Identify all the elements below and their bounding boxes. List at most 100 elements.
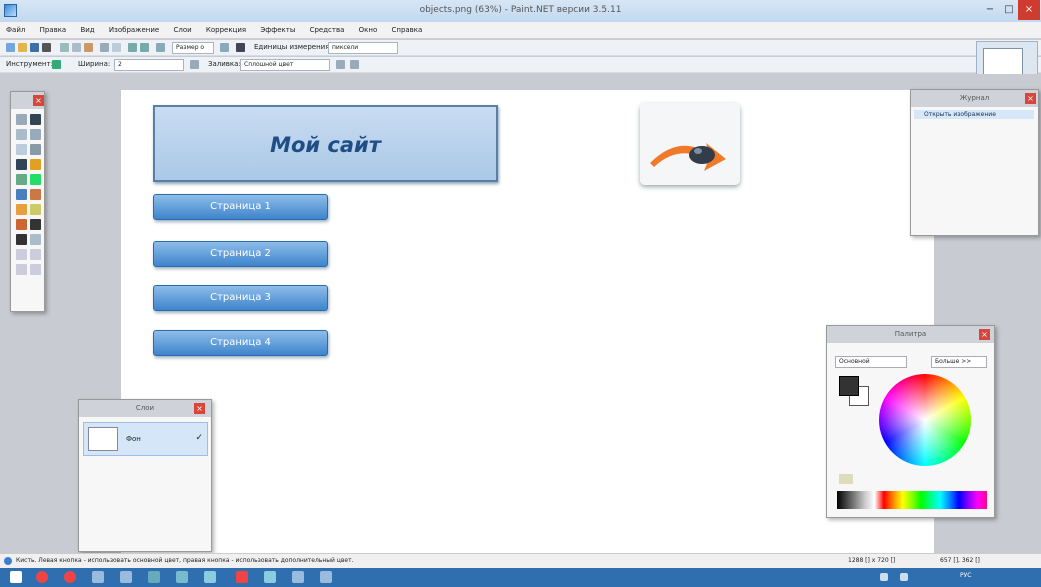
paintbrush-icon[interactable] [30, 174, 41, 185]
app6-icon[interactable] [264, 571, 276, 583]
app4-icon[interactable] [204, 571, 216, 583]
brush-tool-icon[interactable] [52, 60, 61, 69]
maximize-button[interactable]: □ [1000, 0, 1018, 20]
color-mode-icon[interactable] [839, 474, 853, 484]
menu-image[interactable]: Изображение [103, 22, 165, 39]
paste-icon[interactable] [84, 43, 93, 52]
primary-color-swatch[interactable] [839, 376, 859, 396]
menu-view[interactable]: Вид [74, 22, 100, 39]
browser-icon[interactable] [64, 571, 76, 583]
ellipse-tool-icon[interactable] [16, 264, 27, 275]
page-button-1: Страница 1 [153, 194, 328, 220]
app-icon[interactable] [120, 571, 132, 583]
info-icon [4, 557, 12, 565]
bucket-icon[interactable] [30, 159, 41, 170]
close-colors-icon[interactable]: × [979, 329, 990, 340]
window-title: objects.png (63%) - Paint.NET версии 3.5… [419, 5, 622, 15]
main-toolbar: Размер о Единицы измерения: пиксели [0, 40, 1041, 56]
rectangle-tool-icon[interactable] [16, 249, 27, 260]
zoom-size-button[interactable]: Размер о [172, 42, 214, 54]
recolor-icon[interactable] [30, 219, 41, 230]
eraser-icon[interactable] [30, 189, 41, 200]
save-icon[interactable] [30, 43, 39, 52]
units-select[interactable]: пиксели [328, 42, 398, 54]
width-input[interactable]: 2 [114, 59, 184, 71]
cut-icon[interactable] [60, 43, 69, 52]
more-button[interactable]: Больше >> [931, 356, 987, 368]
zoom-icon[interactable] [220, 43, 229, 52]
fill-select[interactable]: Сплошной цвет [240, 59, 330, 71]
new-file-icon[interactable] [6, 43, 15, 52]
start-icon[interactable] [10, 571, 22, 583]
text-tool-icon[interactable] [16, 234, 27, 245]
layer-visible-checkbox[interactable]: ✓ [195, 433, 203, 443]
blend-mode-icon[interactable] [336, 60, 345, 69]
ruler-icon[interactable] [236, 43, 245, 52]
thumbnail-preview [983, 48, 1023, 76]
status-bar: Кисть. Левая кнопка - использовать основ… [0, 553, 1041, 568]
app3-icon[interactable] [176, 571, 188, 583]
open-file-icon[interactable] [18, 43, 27, 52]
colors-panel-title: Палитра [827, 326, 994, 343]
layer-name: Фон [126, 435, 141, 443]
close-button[interactable]: × [1018, 0, 1040, 20]
menu-tools[interactable]: Средства [304, 22, 351, 39]
explorer-icon[interactable] [92, 571, 104, 583]
color-palette-strip[interactable] [837, 491, 987, 509]
close-layers-icon[interactable]: × [194, 403, 205, 414]
close-history-icon[interactable]: × [1025, 93, 1036, 104]
lasso-icon[interactable] [16, 129, 27, 140]
alpha-icon[interactable] [350, 60, 359, 69]
antialias-icon[interactable] [190, 60, 199, 69]
freeform-tool-icon[interactable] [30, 264, 41, 275]
zoom-tool-icon[interactable] [30, 144, 41, 155]
opera-icon[interactable] [36, 571, 48, 583]
deselect-icon[interactable] [112, 43, 121, 52]
layers-panel: Слои × Фон ✓ [78, 399, 212, 552]
move-icon[interactable] [30, 114, 41, 125]
colors-panel: Палитра × Основной Больше >> [826, 325, 995, 518]
network-icon[interactable] [880, 573, 888, 581]
rounded-rect-tool-icon[interactable] [30, 249, 41, 260]
close-tools-icon[interactable]: × [33, 95, 44, 106]
brush-selected-icon[interactable] [16, 189, 27, 200]
menu-edit[interactable]: Правка [34, 22, 73, 39]
redo-icon[interactable] [140, 43, 149, 52]
history-panel-title: Журнал [911, 90, 1038, 107]
volume-icon[interactable] [900, 573, 908, 581]
tools-panel: × [10, 91, 45, 312]
gradient-icon[interactable] [16, 174, 27, 185]
menu-help[interactable]: Справка [385, 22, 428, 39]
primary-color-select[interactable]: Основной [835, 356, 907, 368]
menu-file[interactable]: Файл [0, 22, 31, 39]
menu-effects[interactable]: Эффекты [254, 22, 301, 39]
minimize-button[interactable]: − [980, 0, 1000, 20]
layers-panel-title: Слои [79, 400, 211, 417]
grid-icon[interactable] [156, 43, 165, 52]
pencil-icon[interactable] [16, 204, 27, 215]
history-item[interactable]: Открыть изображение [914, 110, 1034, 119]
print-icon[interactable] [42, 43, 51, 52]
magic-wand-icon[interactable] [16, 159, 27, 170]
language-indicator[interactable]: РУС [960, 572, 971, 579]
move-selection-icon[interactable] [30, 129, 41, 140]
color-wheel[interactable] [879, 374, 971, 466]
app7-icon[interactable] [292, 571, 304, 583]
layer-row[interactable]: Фон ✓ [83, 422, 208, 456]
menu-adjustments[interactable]: Коррекция [200, 22, 252, 39]
undo-icon[interactable] [128, 43, 137, 52]
menu-window[interactable]: Окно [353, 22, 384, 39]
crop-icon[interactable] [100, 43, 109, 52]
rect-select-icon[interactable] [16, 114, 27, 125]
ellipse-select-icon[interactable] [16, 144, 27, 155]
status-hint: Кисть. Левая кнопка - использовать основ… [16, 557, 354, 564]
app5-icon[interactable] [236, 571, 248, 583]
clone-stamp-icon[interactable] [16, 219, 27, 230]
copy-icon[interactable] [72, 43, 81, 52]
menu-layers[interactable]: Слои [167, 22, 197, 39]
color-picker-icon[interactable] [30, 204, 41, 215]
app2-icon[interactable] [148, 571, 160, 583]
line-tool-icon[interactable] [30, 234, 41, 245]
paintnet-taskbar-icon[interactable] [320, 571, 332, 583]
site-header-box: Мой сайт [153, 105, 498, 182]
